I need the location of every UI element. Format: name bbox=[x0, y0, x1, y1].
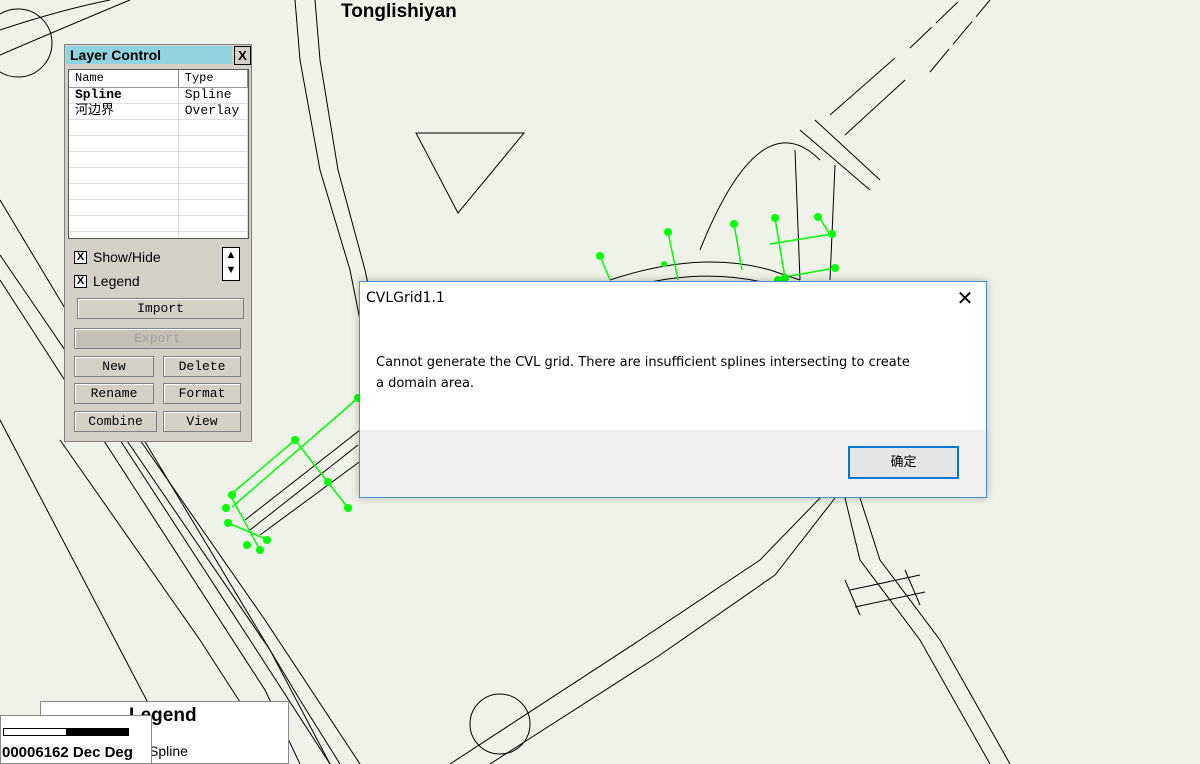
error-dialog: CVLGrid1.1 ✕ Cannot generate the CVL gri… bbox=[359, 281, 987, 498]
layer-control-panel: Layer Control X Name Type Spline Spline … bbox=[64, 44, 252, 442]
column-name-header[interactable]: Name bbox=[69, 70, 179, 87]
layer-row-empty bbox=[69, 232, 248, 238]
move-down-icon[interactable]: ▼ bbox=[223, 263, 239, 278]
layer-row-empty bbox=[69, 216, 248, 232]
legend-checkbox[interactable]: X bbox=[74, 274, 87, 288]
layer-row-empty bbox=[69, 120, 248, 136]
combine-button[interactable]: Combine bbox=[74, 411, 157, 432]
layer-name: Spline bbox=[69, 88, 179, 103]
layer-row-empty bbox=[69, 168, 248, 184]
dialog-title: CVLGrid1.1 bbox=[366, 290, 445, 306]
dialog-close-button[interactable]: ✕ bbox=[950, 284, 980, 312]
layer-row-spline[interactable]: Spline Spline bbox=[69, 88, 248, 104]
layer-list-header: Name Type bbox=[69, 70, 248, 88]
layer-row-empty bbox=[69, 152, 248, 168]
layer-row-empty bbox=[69, 200, 248, 216]
layer-control-close-button[interactable]: X bbox=[234, 46, 251, 65]
new-button[interactable]: New bbox=[74, 356, 154, 377]
scale-text: 00006162 Dec Deg bbox=[2, 744, 133, 761]
map-title: Tonglishiyan bbox=[341, 1, 457, 22]
view-button[interactable]: View bbox=[163, 411, 241, 432]
legend-checkbox-row[interactable]: X Legend bbox=[74, 273, 140, 289]
format-button[interactable]: Format bbox=[163, 383, 241, 404]
layer-type: Spline bbox=[179, 88, 248, 103]
layer-row-overlay[interactable]: 河边界 Overlay bbox=[69, 104, 248, 120]
show-hide-label: Show/Hide bbox=[93, 249, 161, 265]
import-button[interactable]: Import bbox=[77, 298, 244, 319]
delete-button[interactable]: Delete bbox=[163, 356, 241, 377]
dialog-footer: 确定 bbox=[360, 430, 986, 497]
column-type-header[interactable]: Type bbox=[178, 70, 248, 87]
scale-bar bbox=[3, 728, 129, 736]
legend-item-label: Spline bbox=[149, 743, 188, 759]
show-hide-checkbox[interactable]: X bbox=[74, 250, 87, 264]
legend-label: Legend bbox=[93, 273, 140, 289]
layer-list[interactable]: Name Type Spline Spline 河边界 Overlay bbox=[68, 69, 249, 239]
move-up-icon[interactable]: ▲ bbox=[223, 248, 239, 263]
layer-control-title[interactable]: Layer Control bbox=[66, 46, 232, 64]
layer-type: Overlay bbox=[179, 104, 248, 119]
dialog-message-line: Cannot generate the CVL grid. There are … bbox=[376, 355, 910, 370]
layer-row-empty bbox=[69, 184, 248, 200]
layer-order-arrows[interactable]: ▲ ▼ bbox=[222, 247, 240, 281]
rename-button[interactable]: Rename bbox=[74, 383, 154, 404]
layer-row-empty bbox=[69, 136, 248, 152]
layer-name: 河边界 bbox=[69, 104, 179, 119]
dialog-message: Cannot generate the CVL grid. There are … bbox=[376, 352, 956, 394]
export-button[interactable]: Export bbox=[74, 328, 241, 349]
show-hide-checkbox-row[interactable]: X Show/Hide bbox=[74, 249, 161, 265]
scale-bar-box: 00006162 Dec Deg bbox=[0, 715, 152, 764]
dialog-message-line: a domain area. bbox=[376, 376, 475, 391]
ok-button[interactable]: 确定 bbox=[848, 446, 959, 479]
